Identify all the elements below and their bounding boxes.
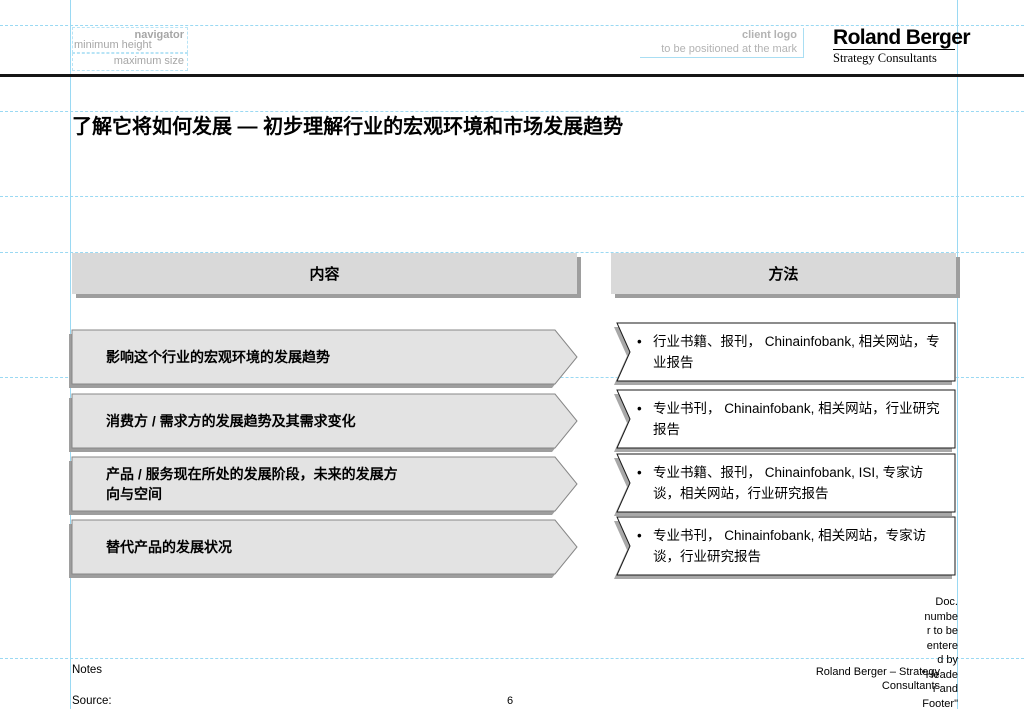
method-box-2: 专业书刊， Chinainfobank, 相关网站，行业研究报告 <box>617 390 955 448</box>
source-label: Source: <box>72 695 112 707</box>
method-box-4: 专业书刊， Chinainfobank, 相关网站，专家访谈，行业研究报告 <box>617 517 955 575</box>
navigator-max-size-box: maximum size <box>72 53 188 71</box>
navigator-placeholder: navigator minimum height <box>72 27 188 53</box>
method-box-3: 专业书籍、报刊， Chinainfobank, ISI, 专家访谈，相关网站，行… <box>617 454 955 512</box>
content-arrow-3: 产品 / 服务现在所处的发展阶段，未来的发展方向与空间 <box>72 457 577 511</box>
content-arrow-1-label: 影响这个行业的宏观环境的发展趋势 <box>106 347 330 367</box>
notes-label: Notes <box>72 664 102 676</box>
method-box-4-label: 专业书刊， Chinainfobank, 相关网站，专家访谈，行业研究报告 <box>653 525 947 567</box>
method-box-1-label: 行业书籍、报刊， Chinainfobank, 相关网站，专业报告 <box>653 331 947 373</box>
column-header-method: 方法 <box>611 253 956 294</box>
column-header-content-label: 内容 <box>309 263 339 284</box>
content-arrow-3-label: 产品 / 服务现在所处的发展阶段，未来的发展方向与空间 <box>106 464 411 504</box>
content-arrow-4-label: 替代产品的发展状况 <box>106 537 232 557</box>
header-divider-rule <box>0 74 1024 77</box>
slide-canvas: navigator minimum height maximum size cl… <box>0 0 1024 709</box>
brand-tagline: Strategy Consultants <box>833 51 955 66</box>
brand-logo: Roland Berger Strategy Consultants <box>833 29 955 66</box>
guide-horizontal-3 <box>0 196 1024 197</box>
navigator-max-size-label: maximum size <box>114 55 184 67</box>
content-arrow-1: 影响这个行业的宏观环境的发展趋势 <box>72 330 577 384</box>
content-arrow-2-label: 消费方 / 需求方的发展趋势及其需求变化 <box>106 411 356 431</box>
guide-horizontal-2 <box>0 111 1024 112</box>
column-header-method-label: 方法 <box>768 263 798 284</box>
client-logo-label: client logo <box>640 28 797 42</box>
content-arrow-4: 替代产品的发展状况 <box>72 520 577 574</box>
client-logo-subtitle: to be positioned at the mark <box>640 42 797 56</box>
navigator-min-height-label: minimum height <box>74 39 152 51</box>
page-number: 6 <box>488 695 532 707</box>
method-box-3-label: 专业书籍、报刊， Chinainfobank, ISI, 专家访谈，相关网站，行… <box>653 462 947 504</box>
doc-number-placeholder: Doc. numbe r to be entere d by "Heade r … <box>912 595 958 709</box>
content-arrow-2: 消费方 / 需求方的发展趋势及其需求变化 <box>72 394 577 448</box>
brand-name: Roland Berger <box>833 29 955 50</box>
guide-horizontal-6 <box>0 658 1024 659</box>
method-box-2-label: 专业书刊， Chinainfobank, 相关网站，行业研究报告 <box>653 398 947 440</box>
client-logo-placeholder: client logo to be positioned at the mark <box>640 28 804 58</box>
method-box-1: 行业书籍、报刊， Chinainfobank, 相关网站，专业报告 <box>617 323 955 381</box>
column-header-content: 内容 <box>72 253 577 294</box>
slide-title: 了解它将如何发展 — 初步理解行业的宏观环境和市场发展趋势 <box>72 114 957 140</box>
